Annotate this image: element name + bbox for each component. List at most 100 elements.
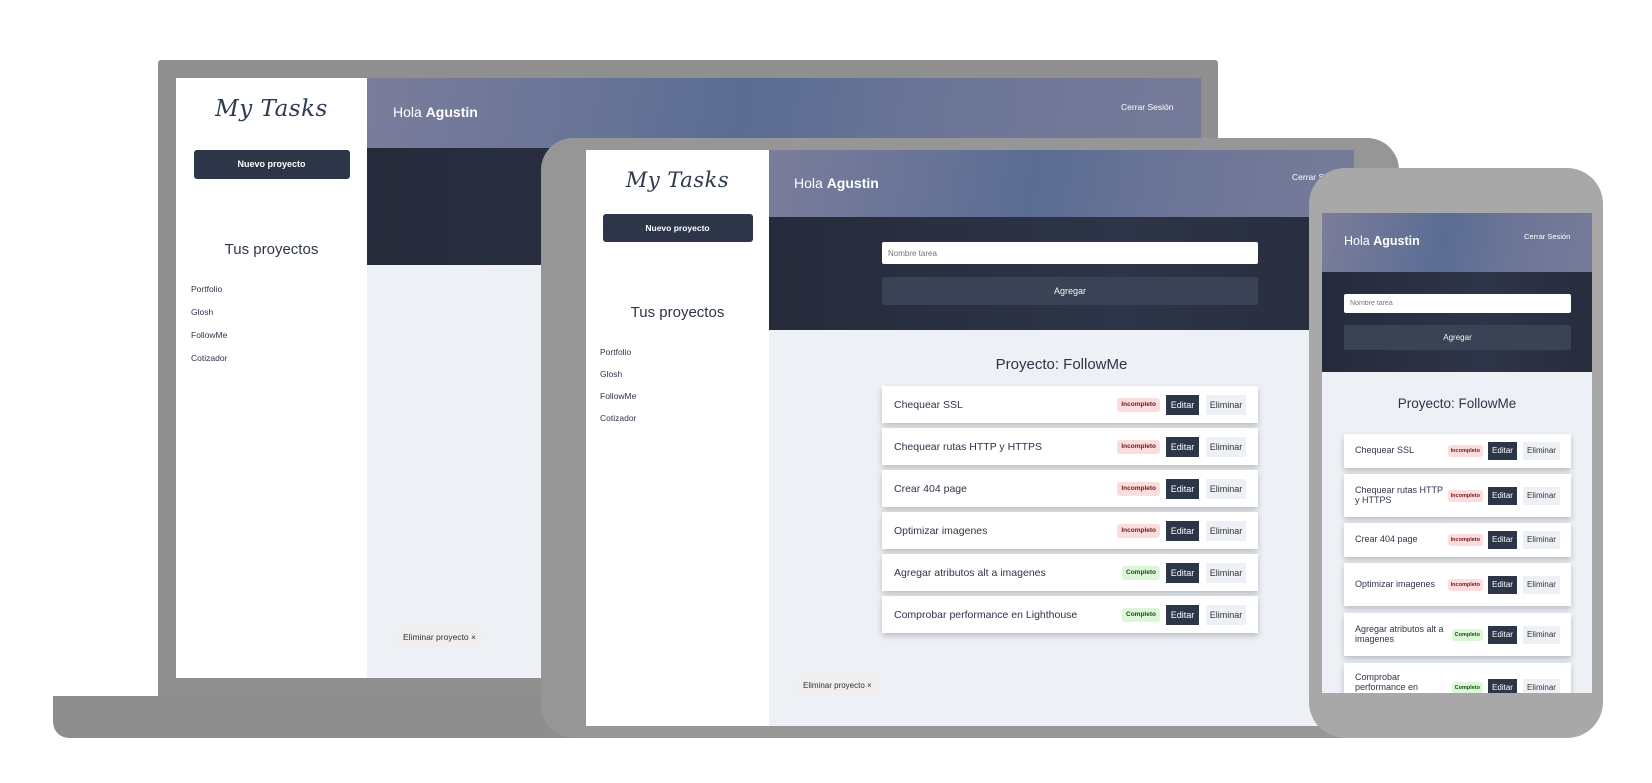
edit-button[interactable]: Editar [1166,436,1199,457]
project-item-portfolio[interactable]: Portfolio [600,347,769,369]
tablet-screen: My Tasks Nuevo proyecto Tus proyectos Po… [586,150,1354,726]
project-item-glosh[interactable]: Glosh [191,307,367,330]
status-badge[interactable]: Incompleto [1117,481,1160,496]
add-task-button[interactable]: Agregar [1344,325,1571,350]
delete-project-button[interactable]: Eliminar proyecto × [795,676,880,696]
task-name: Optimizar imagenes [894,524,988,537]
project-item-followme[interactable]: FollowMe [191,330,367,353]
status-badge[interactable]: Incompleto [1117,523,1160,538]
brand-logo: My Tasks [215,96,328,122]
delete-button[interactable]: Eliminar [1206,394,1246,415]
status-badge[interactable]: Incompleto [1447,489,1483,502]
project-item-glosh[interactable]: Glosh [600,369,769,391]
delete-button[interactable]: Eliminar [1206,436,1246,457]
project-item-portfolio[interactable]: Portfolio [191,284,367,307]
task-name: Chequear SSL [1355,445,1415,456]
sidebar: My Tasks Nuevo proyecto Tus proyectos Po… [176,78,367,678]
task-card: Comprobar performance en Lighthouse Comp… [1344,663,1571,693]
brand-logo: My Tasks [625,168,730,192]
user-name: Agustin [425,104,478,120]
project-heading: Proyecto: FollowMe [1397,396,1517,411]
task-card: Agregar atributos alt a imagenes Complet… [1344,613,1571,656]
project-heading: Proyecto: FollowMe [995,356,1128,373]
delete-button[interactable]: Eliminar [1206,478,1246,499]
sidebar: My Tasks Nuevo proyecto Tus proyectos Po… [586,150,769,726]
task-card: Chequear rutas HTTP y HTTPS Incompleto E… [1344,474,1571,517]
task-form-band [1322,272,1592,372]
status-badge[interactable]: Completo [1122,607,1160,622]
user-name: Agustin [1373,234,1420,248]
delete-button[interactable]: Eliminar [1523,679,1560,693]
status-badge[interactable]: Incompleto [1117,439,1160,454]
status-badge[interactable]: Incompleto [1447,445,1483,457]
logout-link[interactable]: Cerrar Sesión [1121,102,1173,112]
new-project-button[interactable]: Nuevo proyecto [193,150,350,179]
delete-button[interactable]: Eliminar [1523,442,1560,460]
delete-project-button[interactable]: Eliminar proyecto × [395,627,484,647]
task-name: Chequear SSL [894,398,963,411]
project-list: Portfolio Glosh FollowMe Cotizador [191,284,367,376]
project-item-followme[interactable]: FollowMe [600,391,769,413]
edit-button[interactable]: Editar [1488,531,1517,549]
edit-button[interactable]: Editar [1166,520,1199,541]
status-badge[interactable]: Incompleto [1117,397,1160,412]
task-card: Agregar atributos alt a imagenes Complet… [882,554,1258,591]
task-card: Crear 404 page Incompleto Editar Elimina… [882,470,1258,507]
task-card: Optimizar imagenes Incompleto Editar Eli… [882,512,1258,549]
delete-button[interactable]: Eliminar [1523,531,1560,549]
task-form-band [769,217,1354,330]
task-card: Comprobar performance en Lighthouse Comp… [882,596,1258,633]
status-badge[interactable]: Completo [1451,628,1483,641]
task-name: Comprobar performance en Lighthouse [1355,672,1419,693]
delete-button[interactable]: Eliminar [1523,575,1560,594]
project-list: Portfolio Glosh FollowMe Cotizador [600,347,769,435]
status-badge[interactable]: Incompleto [1447,578,1483,591]
task-name: Agregar atributos alt a imagenes [894,566,1046,579]
status-badge[interactable]: Completo [1451,682,1483,693]
status-badge[interactable]: Incompleto [1447,534,1483,546]
edit-button[interactable]: Editar [1166,604,1199,625]
new-project-button[interactable]: Nuevo proyecto [602,214,753,242]
edit-button[interactable]: Editar [1166,394,1199,415]
edit-button[interactable]: Editar [1488,625,1517,644]
add-task-button[interactable]: Agregar [882,277,1258,305]
logout-link[interactable]: Cerrar Sesión [1524,232,1570,241]
edit-button[interactable]: Editar [1488,679,1517,693]
projects-title: Tus proyectos [630,304,725,321]
project-item-cotizador[interactable]: Cotizador [191,353,367,376]
task-name-input[interactable] [882,242,1258,264]
status-badge[interactable]: Completo [1122,565,1160,580]
task-name-input[interactable] [1344,294,1571,313]
task-name: Crear 404 page [894,482,967,495]
projects-title: Tus proyectos [224,241,319,258]
user-name: Agustin [826,175,879,191]
task-name: Chequear rutas HTTP y HTTPS [894,440,1043,453]
delete-button[interactable]: Eliminar [1206,562,1246,583]
task-name: Agregar atributos alt a imagenes [1355,623,1444,644]
task-name: Comprobar performance en Lighthouse [894,608,1078,621]
task-card: Chequear SSL Incompleto Editar Eliminar [882,386,1258,423]
edit-button[interactable]: Editar [1488,575,1517,594]
edit-button[interactable]: Editar [1488,442,1517,460]
edit-button[interactable]: Editar [1166,478,1199,499]
phone-screen: Hola Agustin Cerrar Sesión Agregar Proye… [1322,213,1592,693]
task-card: Optimizar imagenes Incompleto Editar Eli… [1344,563,1571,606]
task-card: Chequear rutas HTTP y HTTPS Incompleto E… [882,428,1258,465]
task-card: Crear 404 page Incompleto Editar Elimina… [1344,523,1571,557]
greeting: Hola Agustin [393,104,478,120]
greeting: Hola Agustin [794,175,879,191]
task-name: Crear 404 page [1355,534,1418,545]
delete-button[interactable]: Eliminar [1523,625,1560,644]
task-card: Chequear SSL Incompleto Editar Eliminar [1344,434,1571,468]
delete-button[interactable]: Eliminar [1206,604,1246,625]
project-item-cotizador[interactable]: Cotizador [600,413,769,435]
app-header: Hola Agustin Cerrar Sesión [769,150,1354,217]
edit-button[interactable]: Editar [1166,562,1199,583]
edit-button[interactable]: Editar [1488,486,1517,505]
task-name: Chequear rutas HTTP y HTTPS [1355,484,1443,505]
task-name: Optimizar imagenes [1355,578,1436,589]
app-header: Hola Agustin Cerrar Sesión [1322,213,1592,272]
greeting: Hola Agustin [1344,234,1420,248]
delete-button[interactable]: Eliminar [1523,486,1560,505]
delete-button[interactable]: Eliminar [1206,520,1246,541]
